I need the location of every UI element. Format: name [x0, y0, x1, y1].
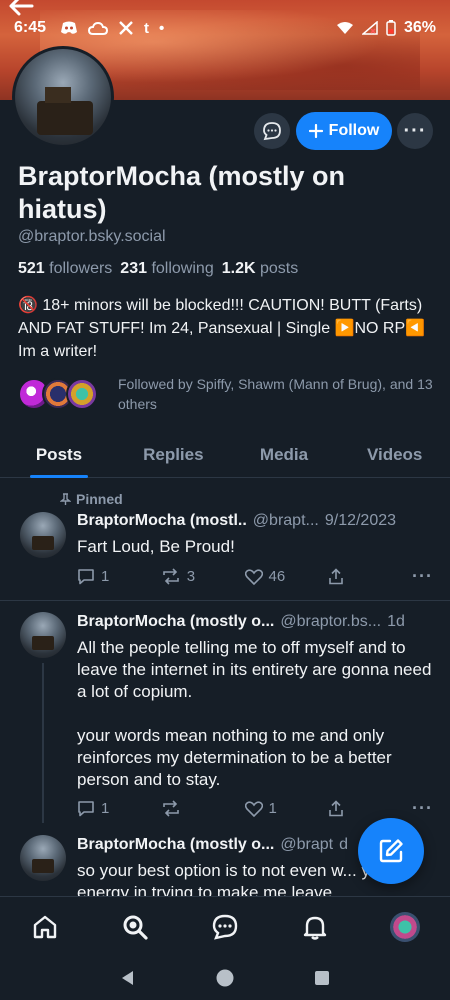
search-icon: [123, 915, 148, 940]
posts-stat: 1.2K posts: [221, 260, 299, 277]
battery-icon: [386, 20, 396, 36]
tab-replies[interactable]: Replies: [118, 434, 229, 477]
post-date: 9/12/2023: [324, 512, 397, 529]
home-circle-icon[interactable]: [215, 968, 235, 988]
home-icon: [33, 915, 57, 938]
back-triangle-icon[interactable]: [119, 969, 137, 987]
tab-media[interactable]: Media: [229, 434, 340, 477]
post-date: d: [339, 836, 348, 853]
post-header: BraptorMocha (mostl.. @brapt... 9/12/202…: [77, 512, 437, 530]
profile-handle: @braptor.bsky.social: [18, 228, 166, 245]
bottom-navigation: [0, 896, 450, 956]
share-icon: [329, 568, 344, 585]
reply-button[interactable]: 1: [77, 568, 161, 585]
post-more-button[interactable]: ···: [412, 798, 433, 819]
back-button[interactable]: [6, 0, 42, 18]
compose-button[interactable]: [358, 818, 424, 884]
dot-icon: •: [159, 19, 165, 37]
plus-icon: [308, 124, 323, 138]
chat-bubble-icon: [263, 122, 281, 141]
reply-icon: [78, 569, 94, 585]
nav-profile[interactable]: [385, 907, 425, 947]
post-text: Fart Loud, Be Proud!: [77, 537, 235, 556]
cloud-icon: [88, 21, 109, 35]
chat-icon: [212, 914, 238, 940]
ellipsis-icon: ···: [403, 119, 427, 142]
followed-by-text: Followed by Spiffy, Shawm (Mann of Brug)…: [118, 376, 433, 412]
display-name: BraptorMocha (mostly on hiatus): [18, 161, 346, 224]
followed-by[interactable]: Followed by Spiffy, Shawm (Mann of Brug)…: [18, 374, 438, 414]
post-author-handle: @brapt: [280, 836, 334, 853]
post-author-handle: @brapt...: [252, 512, 319, 529]
profile-tabs: Posts Replies Media Videos: [0, 434, 450, 478]
bell-icon: [303, 916, 327, 940]
compose-icon: [379, 839, 403, 863]
follow-button[interactable]: Follow: [296, 112, 392, 150]
following-stat[interactable]: 231 following: [120, 260, 213, 278]
profile-bio: 🔞 18+ minors will be blocked!!! CAUTION!…: [18, 297, 426, 360]
nav-search[interactable]: [115, 907, 155, 947]
post-more-button[interactable]: ···: [412, 566, 433, 587]
post-avatar[interactable]: [20, 512, 66, 558]
share-icon: [329, 800, 344, 817]
nav-messages[interactable]: [205, 907, 245, 947]
followers-stat[interactable]: 521 followers: [18, 260, 112, 278]
post-text: All the people telling me to off myself …: [77, 638, 432, 789]
repost-button[interactable]: [161, 800, 245, 817]
reply-icon: [78, 801, 94, 817]
arrow-left-icon: [9, 0, 34, 16]
heart-icon: [244, 800, 263, 817]
follow-label: Follow: [328, 122, 380, 139]
post-avatar[interactable]: [20, 612, 66, 658]
recents-square-icon[interactable]: [313, 969, 331, 987]
post-avatar[interactable]: [20, 835, 66, 881]
post-header: BraptorMocha (mostly o... @braptor.bs...…: [77, 613, 437, 631]
post-actions: 1 1 ···: [77, 798, 433, 819]
share-button[interactable]: [328, 568, 412, 585]
pinned-indicator: Pinned: [60, 491, 123, 507]
discord-icon: [61, 21, 78, 34]
status-time: 6:45: [14, 19, 47, 36]
pin-icon: [60, 492, 71, 505]
tab-posts[interactable]: Posts: [0, 434, 118, 478]
more-options-button[interactable]: ···: [397, 113, 433, 149]
profile-stats: 521 followers 231 following 1.2K posts: [18, 260, 298, 278]
user-avatar: [390, 911, 420, 942]
like-button[interactable]: 46: [244, 568, 329, 585]
thread-line: [42, 663, 44, 823]
post[interactable]: BraptorMocha (mostly o... @braptor.bs...…: [0, 601, 450, 827]
post-pinned[interactable]: Pinned BraptorMocha (mostl.. @brapt... 9…: [0, 478, 450, 600]
like-button[interactable]: 1: [244, 800, 329, 817]
post-author-name[interactable]: BraptorMocha (mostly o...: [77, 613, 274, 631]
signal-icon: [361, 21, 378, 35]
system-navigation: [0, 956, 450, 1000]
post-author-name[interactable]: BraptorMocha (mostly o...: [77, 836, 274, 854]
x-icon: [119, 21, 133, 35]
reply-button[interactable]: 1: [77, 800, 161, 817]
repost-icon: [162, 800, 179, 817]
post-author-handle: @braptor.bs...: [280, 613, 382, 630]
tab-videos[interactable]: Videos: [339, 434, 450, 477]
follower-avatar: [66, 378, 98, 410]
tumblr-icon: t: [144, 19, 150, 37]
wifi-icon: [336, 22, 353, 34]
share-button[interactable]: [328, 800, 412, 817]
post-author-name[interactable]: BraptorMocha (mostl..: [77, 512, 247, 530]
repost-icon: [162, 568, 179, 585]
nav-notifications[interactable]: [295, 907, 335, 947]
nav-home[interactable]: [25, 907, 65, 947]
message-button[interactable]: [254, 113, 290, 149]
battery-level: 36%: [403, 19, 436, 36]
post-actions: 1 3 46 ···: [77, 566, 433, 587]
repost-button[interactable]: 3: [161, 568, 245, 585]
heart-icon: [244, 568, 263, 585]
post-date: 1d: [387, 613, 405, 630]
profile-avatar[interactable]: [12, 46, 114, 148]
